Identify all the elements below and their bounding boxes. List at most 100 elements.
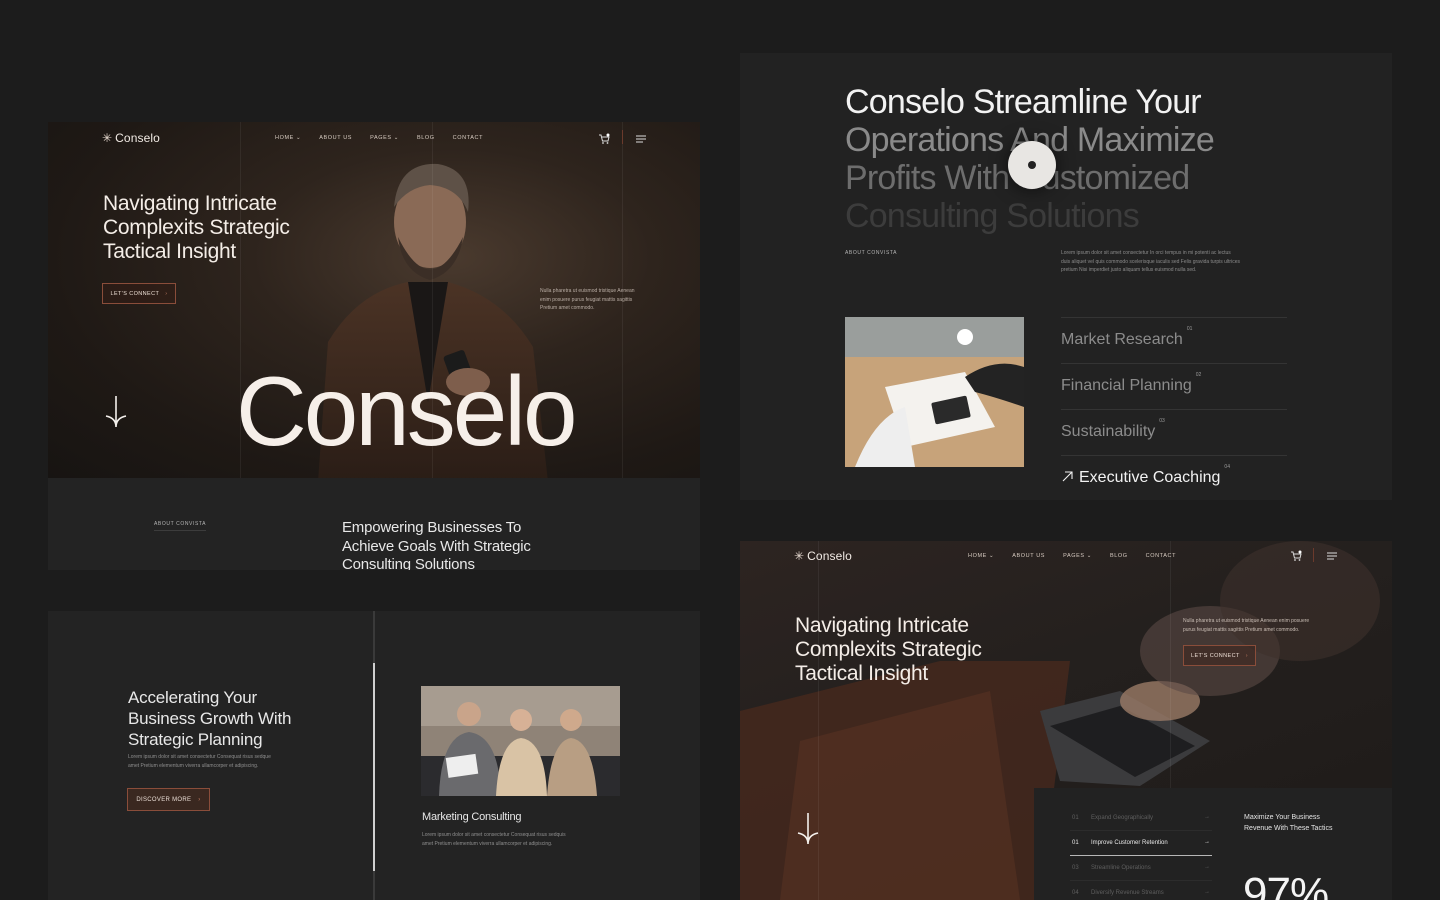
services-heading-line: Consulting Solutions: [845, 197, 1140, 235]
tactic-number: 03: [1072, 865, 1079, 871]
growth-body: Lorem ipsum dolor sit amet consectetur C…: [128, 753, 271, 770]
service-market-research[interactable]: Market Research01: [1061, 317, 1287, 363]
service-number: 04: [1224, 463, 1230, 470]
nav-pages[interactable]: PAGES ⌄: [370, 135, 399, 141]
main-nav: HOME ⌄ ABOUT US PAGES ⌄ BLOG CONTACT: [968, 553, 1176, 559]
tactic-row-streamline[interactable]: 03 Streamline Operations →: [1070, 856, 1212, 881]
arrow-down-icon[interactable]: [102, 394, 130, 430]
asterisk-logo-icon: ✳: [794, 549, 805, 563]
arrow-right-icon: ›: [1245, 652, 1248, 659]
arrow-right-icon: →: [1204, 814, 1210, 820]
tag-underline: [154, 530, 206, 531]
rotating-badge-icon: [1008, 141, 1056, 189]
brand-logo[interactable]: ✳ Conselo: [102, 131, 160, 145]
services-intro-line: pretium Nisi imperdiet justo aliquam tel…: [1061, 267, 1197, 273]
tactic-row-diversify[interactable]: 04 Diversify Revenue Streams →: [1070, 881, 1212, 900]
nav-home[interactable]: HOME ⌄: [968, 553, 994, 559]
arrow-right-icon: →: [1204, 889, 1210, 895]
service-number: 01: [1186, 325, 1193, 332]
services-intro-line: Lorem ipsum dolor sit amet consectetur I…: [1061, 250, 1231, 256]
main-nav: HOME ⌄ ABOUT US PAGES ⌄ BLOG CONTACT: [275, 135, 483, 141]
marketing-card-body: Lorem ipsum dolor sit amet consectetur C…: [422, 831, 566, 848]
hero-headline: Navigating Intricate Complexits Strategi…: [103, 192, 290, 264]
service-sustainability[interactable]: Sustainability03: [1061, 409, 1287, 455]
nav-blog[interactable]: BLOG: [1110, 553, 1128, 559]
arrow-right-icon: ›: [198, 796, 201, 803]
hero-panel-top-left: ✳ Conselo HOME ⌄ ABOUT US PAGES ⌄ BLOG CO…: [48, 122, 700, 478]
nav-blog[interactable]: BLOG: [417, 135, 435, 141]
growth-heading-line: Accelerating Your: [128, 688, 257, 707]
hero-side-text-line: enim posuere purus feugiat mattis sagitt…: [540, 296, 633, 303]
hero-headline-line: Navigating Intricate: [103, 192, 277, 215]
menu-icon[interactable]: [635, 133, 647, 145]
discover-more-label: DISCOVER MORE: [136, 796, 192, 803]
hero-side-text: Nulla pharetra ut euismod tristique Aene…: [540, 287, 635, 313]
services-intro-text: Lorem ipsum dolor sit amet consectetur I…: [1061, 249, 1240, 275]
nav-about-us[interactable]: ABOUT US: [319, 135, 352, 141]
tactic-label: Streamline Operations: [1091, 865, 1151, 871]
tactic-number: 01: [1072, 840, 1079, 846]
cart-icon[interactable]: [1290, 550, 1302, 562]
nav-contact[interactable]: CONTACT: [1146, 553, 1176, 559]
asterisk-logo-icon: ✳: [102, 131, 113, 145]
tactic-row-retention[interactable]: 01 Improve Customer Retention →: [1070, 831, 1212, 856]
hero-headline-line: Navigating Intricate: [795, 614, 969, 637]
service-financial-planning[interactable]: Financial Planning02: [1061, 363, 1287, 409]
growth-body-line: Lorem ipsum dolor sit amet consectetur C…: [128, 754, 271, 760]
cart-icon[interactable]: [598, 133, 610, 145]
growth-heading-line: Business Growth With: [128, 709, 292, 728]
brand-logo[interactable]: ✳ Conselo: [794, 549, 852, 563]
hero-headline-line: Tactical Insight: [103, 240, 236, 263]
stat-percentage: 97%: [1243, 869, 1329, 900]
nav-divider: [622, 130, 623, 144]
service-executive-coaching[interactable]: Executive Coaching04: [1061, 455, 1287, 500]
arrow-right-icon: →: [1204, 839, 1210, 845]
about-tag: ABOUT CONVISTA: [154, 521, 207, 527]
arrow-right-icon: →: [1204, 864, 1210, 870]
service-label: Sustainability: [1061, 423, 1156, 440]
about-convista-tag: ABOUT CONVISTA: [845, 250, 898, 256]
brand-logo-text: Conselo: [115, 131, 160, 145]
maximize-revenue-text: Maximize Your Business Revenue With Thes…: [1244, 812, 1332, 834]
menu-icon[interactable]: [1326, 550, 1338, 562]
tactic-number: 04: [1072, 890, 1079, 896]
hero-headline: Navigating Intricate Complexits Strategi…: [795, 614, 982, 686]
team-meeting-photo: [421, 686, 620, 796]
column-divider-highlight: [373, 663, 375, 871]
hero-headline-line: Tactical Insight: [795, 662, 928, 685]
growth-panel: Accelerating Your Business Growth With S…: [48, 611, 700, 900]
hero-side-text-line: Nulla pharetra ut euismod tristique Aene…: [540, 288, 635, 294]
about-heading-line: Empowering Businesses To: [342, 519, 522, 536]
discover-more-button[interactable]: DISCOVER MORE ›: [127, 788, 210, 811]
service-label: Market Research: [1061, 331, 1183, 348]
tactic-row-expand[interactable]: 01 Expand Geographically →: [1070, 806, 1212, 831]
financial-documents-photo: [845, 317, 1024, 467]
arrow-down-icon[interactable]: [794, 811, 822, 847]
hero-headline-line: Complexits Strategic: [103, 216, 290, 239]
service-number: 03: [1159, 417, 1165, 424]
lets-connect-label: LET'S CONNECT: [110, 290, 160, 297]
services-panel: Conselo Streamline Your Operations And M…: [740, 53, 1392, 500]
service-label: Executive Coaching: [1079, 469, 1221, 486]
hero-panel-bottom-right: ✳ Conselo HOME ⌄ ABOUT US PAGES ⌄ BLOG CO…: [740, 541, 1392, 900]
brand-logo-text: Conselo: [807, 549, 852, 563]
hero-big-wordmark: Conselo: [236, 356, 578, 466]
growth-heading-line: Strategic Planning: [128, 730, 263, 749]
tactic-label: Improve Customer Retention: [1091, 840, 1168, 846]
lets-connect-button[interactable]: LET'S CONNECT ›: [102, 283, 176, 304]
nav-pages[interactable]: PAGES ⌄: [1063, 553, 1092, 559]
marketing-card-body-line: Lorem ipsum dolor sit amet consectetur C…: [422, 832, 566, 838]
about-heading-line: Achieve Goals With Strategic: [342, 537, 531, 555]
marketing-card-body-line: amet Pretium elementum viverra ullamcorp…: [422, 840, 553, 847]
nav-contact[interactable]: CONTACT: [453, 135, 483, 141]
hero-headline-line: Complexits Strategic: [795, 638, 982, 661]
hero-side-text-line: purus feugiat mattis sagittis Pretium am…: [1183, 626, 1300, 633]
nav-home[interactable]: HOME ⌄: [275, 135, 301, 141]
about-heading: Empowering Businesses To Achieve Goals W…: [342, 519, 531, 570]
lets-connect-button[interactable]: LET'S CONNECT ›: [1183, 645, 1256, 666]
nav-divider: [1313, 548, 1314, 562]
service-label: Financial Planning: [1061, 377, 1192, 394]
nav-about-us[interactable]: ABOUT US: [1012, 553, 1045, 559]
tactic-label: Diversify Revenue Streams: [1091, 890, 1164, 896]
marketing-card-title[interactable]: Marketing Consulting: [422, 811, 522, 824]
